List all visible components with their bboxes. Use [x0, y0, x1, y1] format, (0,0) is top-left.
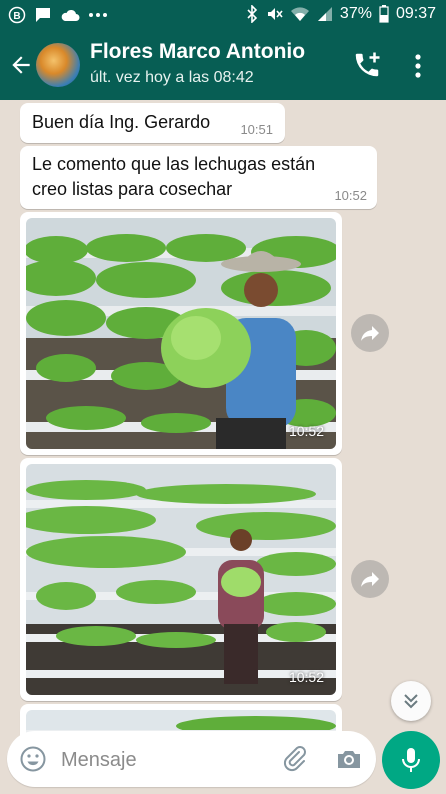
add-call-icon[interactable]	[352, 50, 382, 80]
forward-button[interactable]	[351, 314, 389, 352]
attach-icon[interactable]	[281, 745, 309, 773]
chat-header: Flores Marco Antonio últ. vez hoy a las …	[0, 30, 446, 100]
mic-button[interactable]	[382, 731, 440, 789]
mic-icon	[402, 748, 420, 772]
menu-icon[interactable]	[408, 52, 428, 80]
signal-icon	[317, 7, 332, 21]
message-bubble[interactable]: Le comento que las lechugas están creo l…	[20, 146, 377, 209]
composer	[7, 731, 376, 787]
message-list[interactable]: Buen día Ing. Gerardo 10:51 Le comento q…	[0, 100, 446, 744]
battery-percent: 37%	[339, 5, 372, 22]
last-seen: últ. vez hoy a las 08:42	[90, 69, 254, 86]
photo-lettuce-harvest-1[interactable]: 10:52	[26, 218, 336, 449]
cloud-icon	[61, 9, 80, 21]
message-text: Buen día Ing. Gerardo	[32, 112, 211, 132]
image-message[interactable]: 10:52	[20, 212, 342, 455]
message-input[interactable]	[59, 744, 263, 776]
forward-button[interactable]	[351, 560, 389, 598]
bluetooth-icon	[247, 5, 258, 23]
image-time: 10:52	[288, 669, 324, 685]
scroll-to-bottom-button[interactable]	[391, 681, 431, 721]
forward-icon	[361, 326, 379, 341]
status-bar: B 37% 09:37	[0, 0, 446, 30]
double-chevron-down-icon	[404, 694, 418, 709]
image-message[interactable]: 10:52	[20, 458, 342, 701]
chat-icon	[36, 8, 50, 22]
message-time: 10:51	[240, 122, 273, 137]
battery-icon	[379, 5, 389, 23]
mute-icon	[267, 8, 283, 20]
message-bubble[interactable]: Buen día Ing. Gerardo 10:51	[20, 103, 285, 143]
status-time: 09:37	[395, 5, 436, 22]
forward-icon	[361, 572, 379, 587]
back-arrow-icon[interactable]	[8, 52, 34, 78]
more-dots-icon	[89, 13, 107, 17]
photo-lettuce-harvest-2[interactable]: 10:52	[26, 464, 336, 695]
message-text-line-1: Le comento que las lechugas están	[32, 154, 316, 174]
contact-name[interactable]: Flores Marco Antonio	[90, 40, 305, 64]
b-badge-icon: B	[8, 6, 26, 24]
avatar[interactable]	[36, 43, 80, 87]
message-time: 10:52	[334, 188, 367, 203]
svg-text:B: B	[13, 11, 20, 22]
emoji-icon[interactable]	[19, 745, 47, 773]
camera-icon[interactable]	[335, 745, 363, 773]
image-time: 10:52	[288, 423, 324, 439]
wifi-icon	[290, 7, 309, 21]
message-text-line-2: creo listas para cosechar	[32, 179, 233, 199]
